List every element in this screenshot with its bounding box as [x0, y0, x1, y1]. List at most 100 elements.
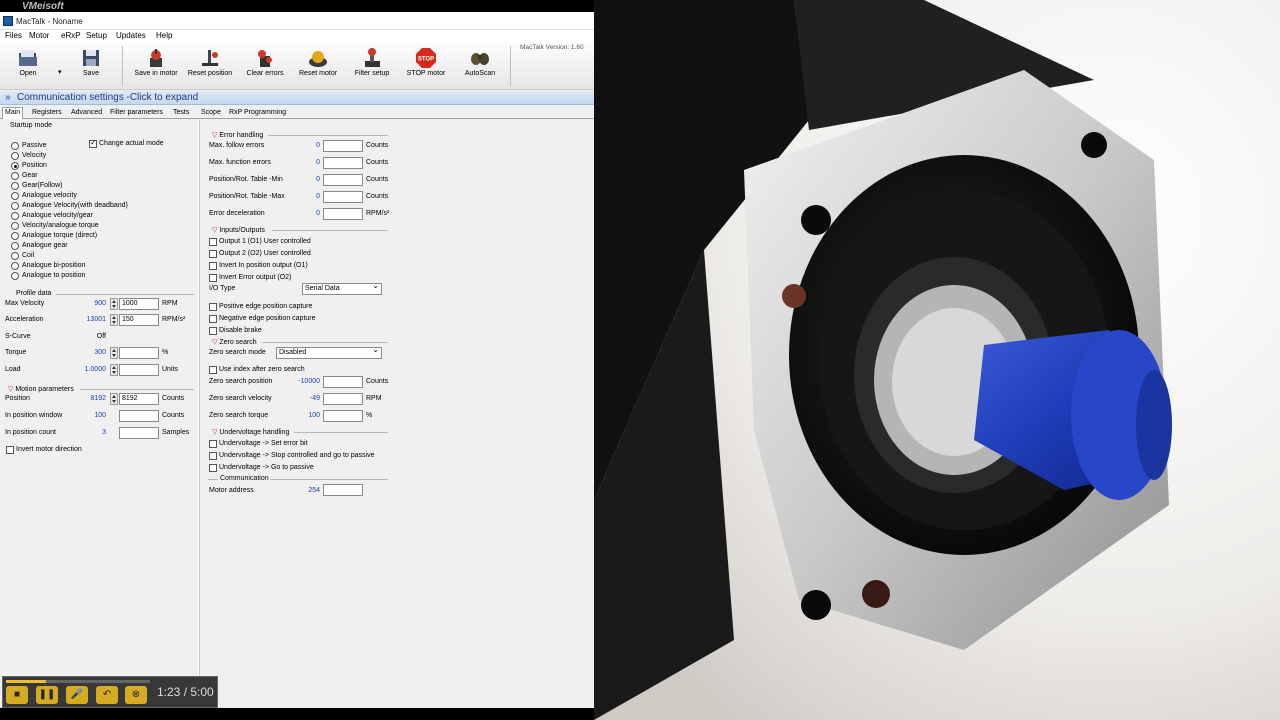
error-row-input[interactable] — [323, 208, 363, 220]
filter-setup-button[interactable]: Filter setup — [344, 44, 400, 88]
startup-mode-radio[interactable] — [11, 212, 19, 220]
profile-row-input[interactable] — [119, 364, 159, 376]
communication-settings-bar[interactable]: » Communication settings -Click to expan… — [0, 91, 594, 105]
tab-bar: Main Registers Advanced Filter parameter… — [0, 107, 594, 120]
profile-row-label: Load — [5, 366, 21, 373]
menu-updates[interactable]: Updates — [116, 31, 146, 40]
zero-search-row-input[interactable] — [323, 376, 363, 388]
stop-button[interactable]: ■ — [6, 686, 28, 704]
tab-scope[interactable]: Scope — [199, 108, 223, 119]
startup-mode-radio[interactable] — [11, 182, 19, 190]
stop-motor-button[interactable]: STOP STOP motor — [398, 44, 454, 88]
startup-mode-radio[interactable] — [11, 252, 19, 260]
reset-position-button[interactable]: Reset position — [182, 44, 238, 88]
collapse-triangle-icon[interactable]: ▽ — [212, 227, 217, 234]
error-row-label: Position/Rot. Table -Max — [209, 193, 285, 200]
profile-row-input[interactable]: 150 — [119, 314, 159, 326]
zero-search-row-value: 100 — [308, 412, 320, 419]
spin-down-icon[interactable] — [112, 321, 116, 324]
group-divider — [270, 479, 388, 480]
tab-advanced[interactable]: Advanced — [69, 108, 104, 119]
capture-checkbox[interactable] — [209, 327, 217, 335]
autoscan-button[interactable]: AutoScan — [452, 44, 508, 88]
spinner-arrows[interactable] — [110, 364, 118, 376]
capture-checkbox[interactable] — [209, 303, 217, 311]
startup-mode-radio[interactable] — [11, 262, 19, 270]
startup-mode-radio[interactable] — [11, 152, 19, 160]
spin-up-icon[interactable] — [112, 349, 116, 352]
tab-tests[interactable]: Tests — [171, 108, 191, 119]
startup-mode-radio[interactable] — [11, 272, 19, 280]
spin-down-icon[interactable] — [112, 305, 116, 308]
undervoltage-checkbox[interactable] — [209, 440, 217, 448]
microphone-button[interactable]: 🎤 — [66, 686, 88, 704]
spin-down-icon[interactable] — [112, 371, 116, 374]
startup-mode-radio[interactable] — [11, 242, 19, 250]
motor-address-input[interactable] — [323, 484, 363, 496]
spinner-arrows[interactable] — [110, 347, 118, 359]
collapse-triangle-icon[interactable]: ▽ — [212, 339, 217, 346]
menu-files[interactable]: Files — [5, 31, 22, 40]
menu-motor[interactable]: Motor — [29, 31, 49, 40]
motion-row-input[interactable]: 8192 — [119, 393, 159, 405]
open-dropdown-icon[interactable]: ▾ — [58, 68, 62, 76]
startup-mode-radio[interactable] — [11, 222, 19, 230]
collapse-triangle-icon[interactable]: ▽ — [8, 386, 13, 393]
collapse-triangle-icon[interactable]: ▽ — [212, 429, 217, 436]
motion-row-input[interactable] — [119, 410, 159, 422]
undo-button[interactable]: ↶ — [96, 686, 118, 704]
spin-up-icon[interactable] — [112, 366, 116, 369]
startup-mode-radio[interactable] — [11, 142, 19, 150]
reset-motor-button[interactable]: Reset motor — [290, 44, 346, 88]
startup-mode-radio[interactable] — [11, 202, 19, 210]
io-checkbox[interactable] — [209, 262, 217, 270]
motion-row-input[interactable] — [119, 427, 159, 439]
menu-erxp[interactable]: eRxP — [61, 31, 81, 40]
undervoltage-checkbox[interactable] — [209, 452, 217, 460]
use-index-checkbox[interactable] — [209, 366, 217, 374]
startup-mode-radio[interactable] — [11, 232, 19, 240]
spinner-arrows[interactable] — [110, 393, 118, 405]
tab-registers[interactable]: Registers — [30, 108, 64, 119]
error-row-input[interactable] — [323, 157, 363, 169]
spin-up-icon[interactable] — [112, 316, 116, 319]
io-checkbox[interactable] — [209, 250, 217, 258]
error-row-value: 0 — [316, 210, 320, 217]
startup-mode-radio[interactable] — [11, 162, 19, 170]
error-row-input[interactable] — [323, 174, 363, 186]
capture-checkbox[interactable] — [209, 315, 217, 323]
startup-mode-radio[interactable] — [11, 172, 19, 180]
profile-row-input[interactable]: 1000 — [119, 298, 159, 310]
spin-up-icon[interactable] — [112, 395, 116, 398]
save-in-motor-button[interactable]: Save in motor — [128, 44, 184, 88]
io-checkbox[interactable] — [209, 238, 217, 246]
zero-search-row-input[interactable] — [323, 393, 363, 405]
zero-search-mode-select[interactable]: Disabled — [276, 345, 382, 359]
error-row-input[interactable] — [323, 191, 363, 203]
undervoltage-checkbox[interactable] — [209, 464, 217, 472]
startup-mode-radio[interactable] — [11, 192, 19, 200]
io-checkbox[interactable] — [209, 274, 217, 282]
pause-button[interactable]: ❚❚ — [36, 686, 58, 704]
clear-errors-button[interactable]: Clear errors — [237, 44, 293, 88]
spinner-arrows[interactable] — [110, 314, 118, 326]
save-button[interactable]: Save — [63, 44, 119, 88]
tab-filter-parameters[interactable]: Filter parameters — [108, 108, 165, 119]
spin-up-icon[interactable] — [112, 300, 116, 303]
playback-progress-bar[interactable] — [6, 680, 150, 683]
spinner-arrows[interactable] — [110, 298, 118, 310]
tab-rxp-programming[interactable]: RxP Programming — [227, 108, 288, 119]
invert-motor-direction-checkbox[interactable] — [6, 446, 14, 454]
profile-row-input[interactable] — [119, 347, 159, 359]
spin-down-icon[interactable] — [112, 354, 116, 357]
collapse-triangle-icon[interactable]: ▽ — [212, 132, 217, 139]
io-type-select[interactable]: Serial Data — [302, 281, 382, 295]
error-row-input[interactable] — [323, 140, 363, 152]
spin-down-icon[interactable] — [112, 400, 116, 403]
close-button[interactable]: ⊗ — [125, 686, 147, 704]
change-actual-mode-checkbox[interactable] — [89, 138, 97, 148]
menu-help[interactable]: Help — [156, 31, 172, 40]
menu-setup[interactable]: Setup — [86, 31, 107, 40]
open-button[interactable]: Open — [0, 44, 56, 88]
zero-search-row-input[interactable] — [323, 410, 363, 422]
